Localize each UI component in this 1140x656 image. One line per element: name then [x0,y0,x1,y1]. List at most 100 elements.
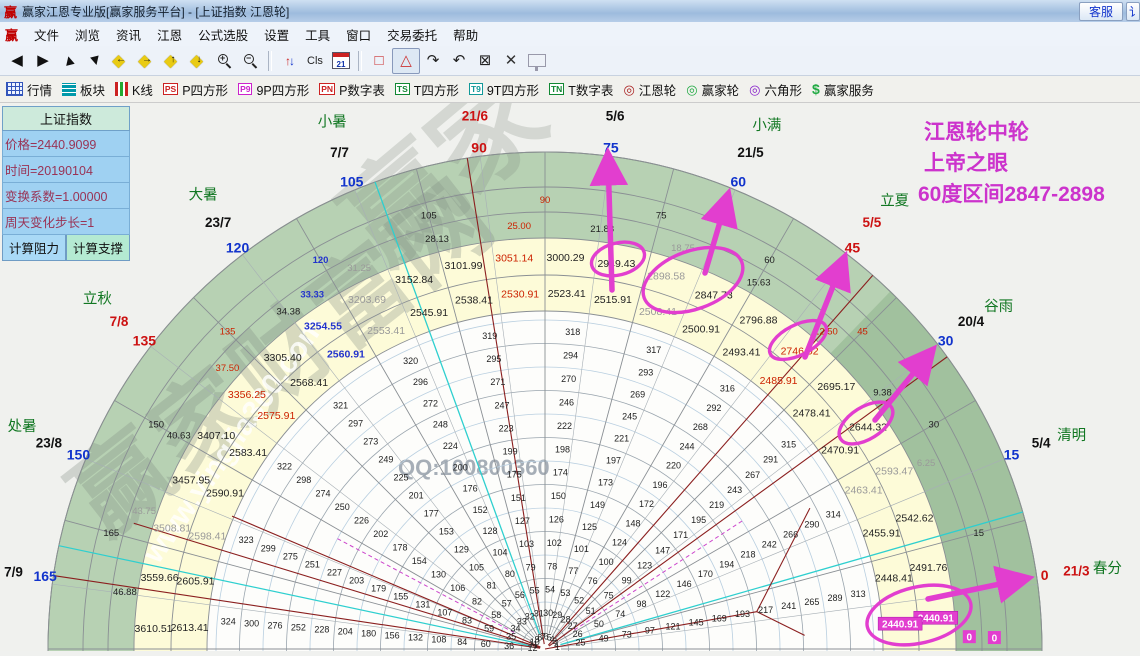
calc-support-button[interactable]: 计算支撑 [66,235,130,261]
menu-item-5[interactable]: 公式选股 [190,23,256,46]
rotate-ccw-icon[interactable]: ↶ [446,49,472,73]
svg-text:147: 147 [655,545,670,555]
svg-text:242: 242 [762,539,777,549]
ribbon-item-p-square[interactable]: PS P四方形 [162,80,228,99]
svg-text:2491.76: 2491.76 [909,562,947,574]
svg-text:276: 276 [268,620,283,630]
sort-arrows-icon[interactable]: ↑↓ [276,49,302,73]
menu-item-8[interactable]: 窗口 [338,23,379,46]
svg-text:145: 145 [689,617,704,627]
forward-icon[interactable]: ▶ [30,49,56,73]
svg-text:152: 152 [473,505,488,515]
ribbon-item-t-number-table[interactable]: TN T数字表 [548,80,614,99]
move-left-icon[interactable]: ◆ ← [108,49,134,73]
svg-text:12: 12 [528,643,538,651]
zoom-out-icon-glyph: − [243,53,259,69]
menu-item-9[interactable]: 交易委托 [379,23,445,46]
ribbon-item-winner-wheel[interactable]: ◎ 赢家轮 [686,80,739,99]
svg-text:217: 217 [758,605,773,615]
up-triangle-icon[interactable]: ▲ [56,49,82,73]
p-number-table-icon: PN [319,82,336,96]
clipped-titlebar-button[interactable]: 讠 [1126,2,1140,21]
svg-text:245: 245 [622,411,637,421]
svg-text:265: 265 [804,597,819,607]
square-tool-icon[interactable]: □ [366,49,392,73]
svg-text:180: 180 [361,629,376,639]
move-up-icon[interactable]: ◆ ↑ [160,49,186,73]
triangle-tool-icon[interactable]: △ [392,47,420,74]
rotate-cw-icon[interactable]: ↷ [420,49,446,73]
ribbon-item-hexagon[interactable]: ◎ 六角形 [749,80,802,99]
cls-button[interactable]: Cls [302,49,328,73]
svg-text:0: 0 [992,634,998,645]
ribbon-item-winner-service[interactable]: $ 赢家服务 [812,80,874,99]
zoom-out-icon[interactable]: − [238,49,264,73]
svg-text:75: 75 [656,210,667,221]
move-down-icon[interactable]: ◆ ↓ [186,49,212,73]
move-right-icon-glyph: ◆ → [138,50,152,70]
svg-text:2523.41: 2523.41 [548,288,586,300]
svg-text:80: 80 [505,569,515,579]
t-number-table-label: T数字表 [568,83,614,98]
svg-text:2575.91: 2575.91 [257,410,295,422]
svg-text:123: 123 [637,560,652,570]
calc-resistance-button[interactable]: 计算阻力 [2,235,66,261]
svg-text:2568.41: 2568.41 [290,377,328,389]
market-quotes-icon [6,82,23,96]
menu-item-7[interactable]: 工具 [297,23,338,46]
svg-text:151: 151 [511,493,526,503]
ribbon-item-kline[interactable]: K线 [115,80,153,99]
svg-text:28.13: 28.13 [425,234,449,245]
delete-box-icon[interactable]: ⊠ [472,49,498,73]
svg-text:2605.91: 2605.91 [177,576,215,588]
svg-text:53: 53 [560,588,570,598]
svg-text:176: 176 [463,484,478,494]
svg-text:199: 199 [503,447,518,457]
menu-item-6[interactable]: 设置 [256,23,297,46]
menu-item-10[interactable]: 帮助 [445,23,486,46]
svg-text:15.63: 15.63 [747,278,771,289]
up-triangle-icon-glyph: ▲ [59,50,79,71]
gann-wheel-icon: ◎ [623,81,635,97]
svg-text:247: 247 [495,400,510,410]
menu-item-2[interactable]: 浏览 [67,23,108,46]
ribbon-item-market-quotes[interactable]: 行情 [6,80,52,99]
svg-text:30: 30 [543,608,553,618]
svg-text:小满: 小满 [752,117,781,134]
svg-text:QQ:100800360: QQ:100800360 [398,455,550,480]
menu-item-3[interactable]: 资讯 [108,23,149,46]
rotate-ccw-icon-glyph: ↶ [452,52,466,69]
back-icon[interactable]: ◀ [4,49,30,73]
svg-text:36: 36 [504,641,514,651]
svg-text:103: 103 [519,539,534,549]
svg-text:31.25: 31.25 [347,263,371,274]
down-triangle-icon[interactable]: ▼ [82,49,108,73]
ribbon-item-t-square[interactable]: TS T四方形 [394,80,459,99]
svg-text:148: 148 [626,518,641,528]
svg-text:76: 76 [588,576,598,586]
scatter-icon[interactable]: ✕ [498,49,524,73]
customer-service-button[interactable]: 客服 [1078,2,1123,21]
svg-text:25.00: 25.00 [507,221,531,232]
svg-text:175: 175 [507,470,522,480]
ribbon-item-p-number-table[interactable]: PN P数字表 [319,80,385,99]
ribbon-item-9t-square[interactable]: T9 9T四方形 [468,80,539,99]
toolbar-separator [358,50,362,71]
svg-text:226: 226 [354,516,369,526]
ribbon-item-sectors[interactable]: 板块 [62,80,105,99]
svg-text:131: 131 [415,600,430,610]
move-right-icon[interactable]: ◆ → [134,49,160,73]
ribbon-item-gann-wheel[interactable]: ◎ 江恩轮 [623,80,676,99]
ribbon-item-9p-square[interactable]: P9 9P四方形 [238,80,309,99]
zoom-in-icon[interactable]: + [212,49,238,73]
rotate-cw-icon-glyph: ↷ [426,52,440,69]
menu-item-4[interactable]: 江恩 [149,23,190,46]
calendar-icon[interactable]: 21 [328,49,354,73]
menu-item-1[interactable]: 文件 [26,23,67,46]
screen-icon[interactable] [524,49,550,73]
triangle-tool-icon-glyph: △ [400,52,412,69]
svg-text:2470.91: 2470.91 [821,444,859,456]
svg-text:124: 124 [612,538,627,548]
svg-text:75: 75 [604,591,614,601]
svg-text:156: 156 [385,631,400,641]
